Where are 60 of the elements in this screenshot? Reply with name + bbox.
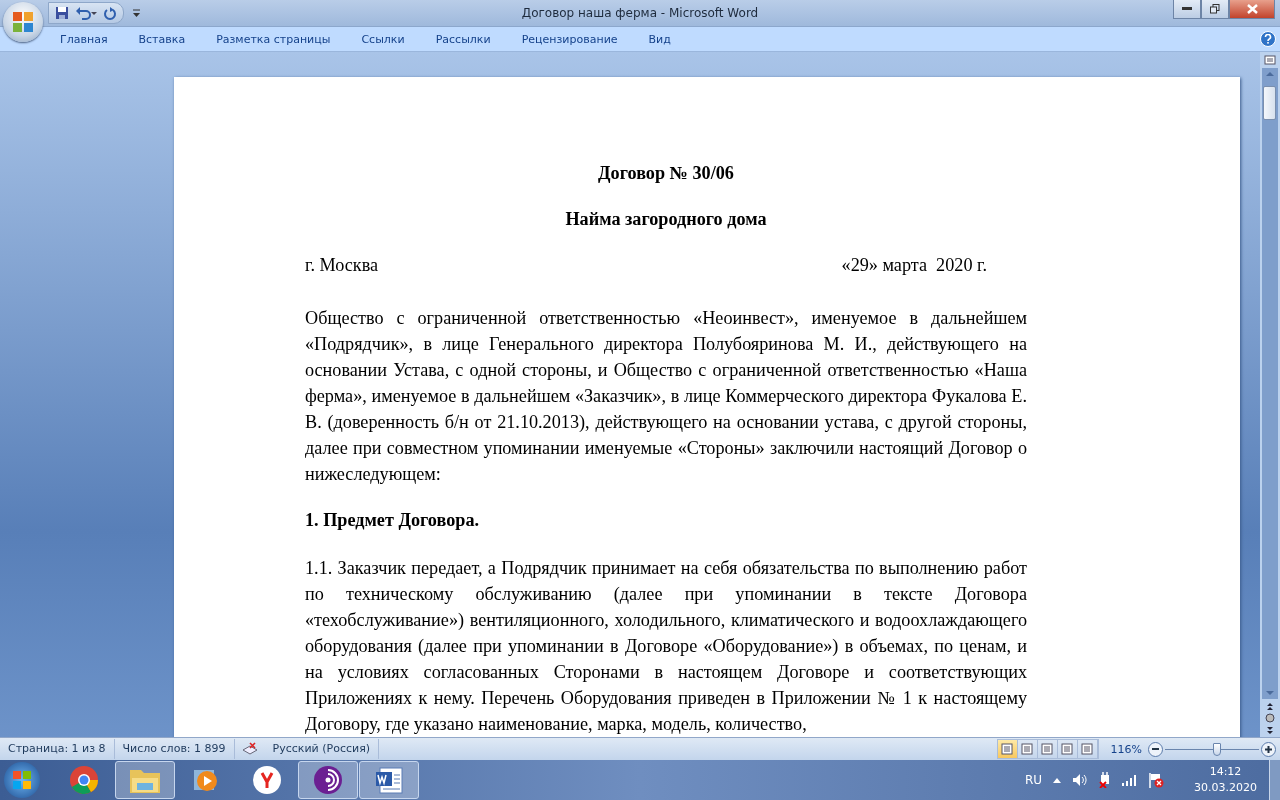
paragraph: 1.1. Заказчик передает, а Подрядчик принимает на себя обязательства по выполнению работ по техническому обслуживанию (далее при упоминании в тексте Договора «техобслуживание») вентиляционного, холодильного, климатического и водоохлаждающего оборудования (далее при упоминании в Договоре «Оборудование») в объемах, по ценам, и на условиях согласованных Сторонами в настоящем Договоре и соответствующих Приложениях к нему. Перечень Оборудования приведен в Приложении № 1 к настоящему Договору, где указано наименование, марка, модель, количество, xyxy=(305,557,1027,736)
paragraph: Общество с ограниченной ответственностью «Неоинвест», именуемое в дальнейшем «Подрядчик», в лице Генерального директора Полубояринова М. И., действующего на основании Устава, с одной стороны, и Общество с ограниченной ответственностью «Наша ферма», именуемое в дальнейшем «Заказчик», в лице Коммерческого директора Фукалова Е. В. (доверенность б/н от 21.10.2013), действующего на основании устава, с другой стороны, далее при совместном упоминании именуемые «Стороны» заключили настоящий Договор о нижеследующем: xyxy=(305,307,1027,486)
zoom-slider[interactable] xyxy=(1165,741,1259,757)
start-button[interactable] xyxy=(4,762,40,798)
ribbon-tab[interactable]: Главная xyxy=(59,29,109,49)
browse-object-icon[interactable] xyxy=(1265,713,1275,723)
ribbon-tab[interactable]: Вставка xyxy=(137,29,187,49)
close-icon xyxy=(1246,4,1258,14)
word-document-icon xyxy=(374,765,404,795)
tray-expand-icon[interactable] xyxy=(1052,777,1062,783)
windows-logo-icon xyxy=(12,770,32,790)
previous-page-icon[interactable] xyxy=(1265,701,1275,711)
minimize-button[interactable] xyxy=(1173,0,1201,19)
taskbar-app[interactable] xyxy=(298,761,358,799)
minimize-icon xyxy=(1182,7,1192,11)
office-logo-icon xyxy=(11,10,35,34)
zoom-slider-thumb[interactable] xyxy=(1212,742,1221,756)
onion-icon xyxy=(313,765,343,795)
zoom-out-button[interactable] xyxy=(1148,741,1163,757)
ribbon-tab[interactable]: Ссылки xyxy=(360,29,406,49)
ribbon-tab[interactable]: Рассылки xyxy=(434,29,492,49)
clock[interactable]: 14:12 30.03.2020 xyxy=(1194,764,1257,796)
save-icon[interactable] xyxy=(55,6,69,20)
signal-bars-icon[interactable] xyxy=(1122,774,1138,786)
language-status[interactable]: Русский (Россия) xyxy=(264,739,380,759)
flag-icon[interactable] xyxy=(1148,772,1164,788)
ribbon-tab[interactable]: Рецензирование xyxy=(520,29,619,49)
speaker-icon[interactable] xyxy=(1072,773,1088,787)
section-heading: 1. Предмет Договора. xyxy=(305,509,481,532)
ruler-toggle-icon[interactable] xyxy=(1264,54,1276,66)
word-count[interactable]: Число слов: 1 899 xyxy=(114,739,235,759)
zoom-in-button[interactable] xyxy=(1261,741,1276,757)
window-title: Договор наша ферма - Microsoft Word xyxy=(520,6,760,20)
taskbar-app[interactable] xyxy=(359,761,419,799)
next-page-icon[interactable] xyxy=(1265,725,1275,737)
scroll-thumb[interactable] xyxy=(1263,86,1276,120)
close-button[interactable] xyxy=(1229,0,1275,19)
document-title: Найма загородного дома xyxy=(565,209,767,229)
minus-icon xyxy=(1152,748,1159,750)
restore-button[interactable] xyxy=(1201,0,1229,19)
customize-dropdown-icon[interactable] xyxy=(132,9,141,17)
y-letter-icon xyxy=(252,765,282,795)
chrome-icon xyxy=(69,765,99,795)
document-title: Договор № 30/06 xyxy=(598,163,734,183)
date-text: «29» марта 2020 г. xyxy=(841,255,987,277)
page-count[interactable]: Страница: 1 из 8 xyxy=(0,739,115,759)
power-plug-icon[interactable] xyxy=(1098,772,1112,788)
city-text: г. Москва xyxy=(305,255,379,277)
office-button[interactable] xyxy=(3,2,43,42)
view-button[interactable] xyxy=(997,740,1018,758)
undo-icon[interactable] xyxy=(75,6,97,20)
zoom-level[interactable]: 116% xyxy=(1110,742,1142,756)
restore-icon xyxy=(1210,4,1220,14)
plus-icon xyxy=(1265,745,1272,753)
redo-icon[interactable] xyxy=(103,6,117,20)
help-icon[interactable] xyxy=(1260,31,1276,47)
vertical-scrollbar[interactable] xyxy=(1262,68,1278,699)
input-language[interactable]: RU xyxy=(1024,773,1042,787)
ribbon-tab[interactable]: Разметка страницы xyxy=(215,29,332,49)
ribbon-tab[interactable]: Вид xyxy=(647,29,672,49)
